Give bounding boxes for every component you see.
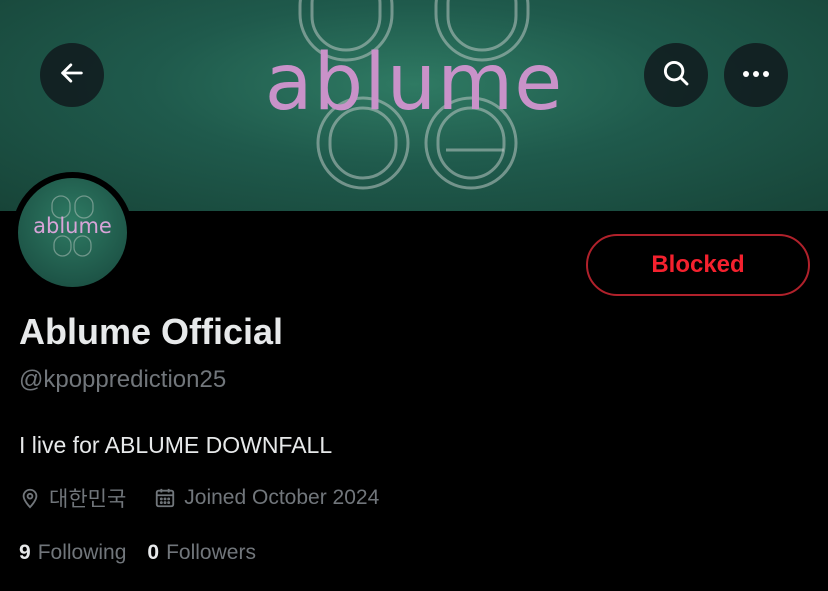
profile-bio: I live for ABLUME DOWNFALL — [19, 432, 333, 458]
more-options-button[interactable] — [724, 43, 788, 107]
join-date-text: Joined October 2024 — [184, 486, 380, 509]
follow-stats: 9 Following 0 Followers — [19, 541, 256, 565]
user-handle: @kpopprediction25 — [19, 366, 227, 393]
following-link[interactable]: 9 Following — [19, 541, 126, 565]
search-icon — [661, 58, 691, 93]
followers-link[interactable]: 0 Followers — [147, 541, 256, 565]
following-count: 9 — [19, 541, 31, 564]
location-text: 대한민국 — [49, 488, 127, 511]
back-button[interactable] — [40, 43, 104, 107]
followers-label: Followers — [166, 541, 256, 564]
blocked-button[interactable]: Blocked — [586, 234, 810, 296]
following-label: Following — [37, 541, 127, 564]
followers-count: 0 — [147, 541, 160, 564]
avatar-logo-text: ablume — [33, 214, 112, 238]
avatar[interactable]: ablume — [12, 172, 133, 293]
calendar-icon — [154, 487, 176, 509]
search-button[interactable] — [644, 43, 708, 107]
location-pin-icon — [19, 487, 41, 509]
display-name: Ablume Official — [19, 311, 284, 352]
location: 대한민국 — [19, 483, 126, 513]
more-horizontal-icon — [741, 66, 771, 84]
avatar-image: ablume — [18, 178, 127, 287]
profile-meta: 대한민국 Joined October 2024 — [19, 483, 379, 513]
join-date: Joined October 2024 — [154, 486, 379, 510]
arrow-left-icon — [58, 59, 86, 92]
